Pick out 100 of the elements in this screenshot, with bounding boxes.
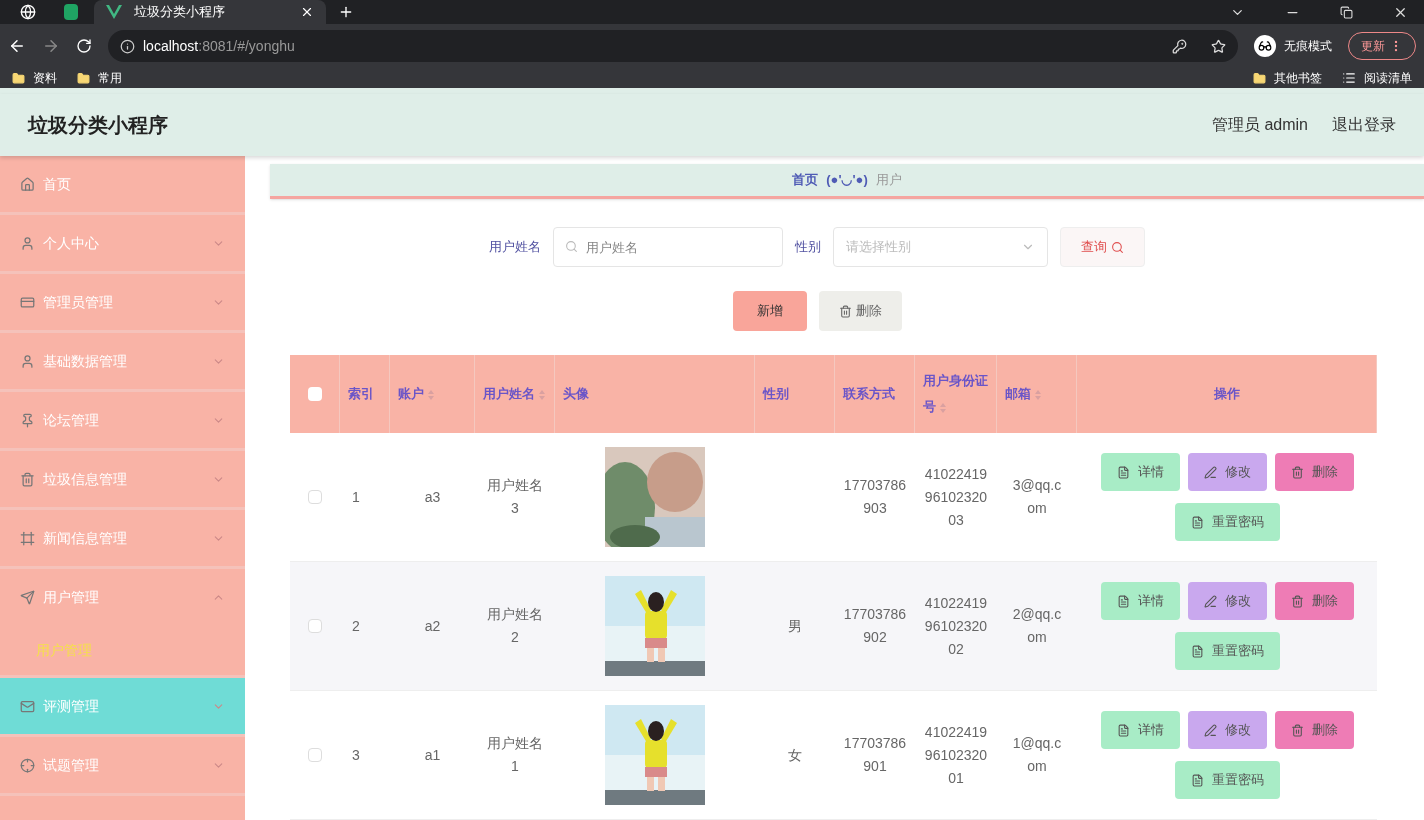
- sidebar-menu-item[interactable]: 基础数据管理: [0, 333, 245, 389]
- browser-tab[interactable]: 垃圾分类小程序: [94, 0, 326, 24]
- column-header[interactable]: 用户姓名: [483, 381, 545, 407]
- sidebar-menu-item[interactable]: 个人中心: [0, 215, 245, 271]
- trash-icon: [838, 304, 852, 318]
- bookmark-link[interactable]: 常用: [98, 69, 122, 87]
- person-icon: [20, 235, 35, 251]
- reset-password-button[interactable]: 重置密码: [1174, 503, 1280, 541]
- table-cell-text: a2: [424, 616, 441, 636]
- column-header[interactable]: 联系方式: [843, 381, 895, 407]
- table-cell-text: 女: [788, 745, 802, 765]
- query-button[interactable]: 查询: [1060, 227, 1145, 267]
- row-checkbox[interactable]: [308, 619, 322, 633]
- row-checkbox[interactable]: [308, 490, 322, 504]
- info-icon: [120, 38, 135, 54]
- send-icon: [20, 589, 35, 605]
- search-icon: [1111, 240, 1124, 254]
- table-cell-text: 410224199610232001: [924, 722, 988, 788]
- globe-icon: [20, 4, 36, 20]
- logout-link[interactable]: 退出登录: [1332, 113, 1396, 137]
- table-cell-text: 3@qq.com: [1011, 476, 1063, 518]
- name-search-field[interactable]: 用户姓名: [553, 227, 783, 267]
- edit-button[interactable]: 修改: [1187, 453, 1267, 491]
- sidebar-menu-item[interactable]: 新闻信息管理: [0, 510, 245, 566]
- bookmark-link[interactable]: 其他书签: [1274, 69, 1322, 87]
- column-header[interactable]: 用户身份证号: [923, 368, 988, 420]
- table-cell-text: 17703786903: [843, 476, 907, 518]
- breadcrumb-face: (●'◡'●): [826, 171, 868, 190]
- pen-icon: [1203, 465, 1217, 479]
- sort-icon: [1035, 389, 1041, 400]
- bin-icon: [20, 471, 35, 487]
- trash-icon: [1290, 594, 1304, 608]
- delete-button[interactable]: 删除: [1274, 453, 1354, 491]
- restore-icon[interactable]: [1340, 6, 1353, 19]
- table-cell-text: 用户姓名1: [486, 734, 544, 776]
- mail-icon: [20, 698, 35, 714]
- close-icon[interactable]: [300, 5, 314, 19]
- delete-button[interactable]: 删除: [1274, 711, 1354, 749]
- bookmark-link[interactable]: 阅读清单: [1364, 69, 1412, 87]
- table-cell-text: 17703786902: [843, 605, 907, 647]
- document-icon: [1116, 594, 1130, 608]
- back-icon[interactable]: [8, 37, 26, 55]
- details-button[interactable]: 详情: [1100, 711, 1180, 749]
- column-header[interactable]: 头像: [563, 381, 589, 407]
- sidebar-menu-item[interactable]: 垃圾信息管理: [0, 451, 245, 507]
- sidebar-menu-item[interactable]: 首页: [0, 156, 245, 212]
- new-tab-icon[interactable]: [338, 4, 354, 20]
- delete-button[interactable]: 删除: [1274, 582, 1354, 620]
- edit-button[interactable]: 修改: [1187, 711, 1267, 749]
- reset-password-button[interactable]: 重置密码: [1174, 761, 1280, 799]
- sidebar-menu-item[interactable]: 管理员管理: [0, 274, 245, 330]
- key-icon[interactable]: [1172, 38, 1187, 54]
- sort-icon: [428, 389, 434, 400]
- bookmark-link[interactable]: 资料: [33, 69, 57, 87]
- sidebar-menu-item[interactable]: 试题管理: [0, 737, 245, 793]
- edit-button[interactable]: 修改: [1187, 582, 1267, 620]
- table-cell-text: 3: [352, 745, 360, 765]
- home-icon: [20, 176, 35, 192]
- spreadsheet-icon: [64, 4, 78, 20]
- add-button[interactable]: 新增: [732, 291, 807, 331]
- reload-icon[interactable]: [76, 38, 92, 54]
- table-cell-text: 17703786901: [843, 734, 907, 776]
- pin-icon: [20, 412, 35, 428]
- sort-icon: [539, 389, 545, 400]
- forward-icon[interactable]: [42, 37, 60, 55]
- address-bar[interactable]: localhost:8081/#/yonghu: [108, 30, 1238, 62]
- crosshair-icon: [20, 757, 35, 773]
- column-header[interactable]: 邮箱: [1005, 381, 1041, 407]
- close-window-icon[interactable]: [1393, 5, 1408, 20]
- column-header[interactable]: 性别: [763, 381, 789, 407]
- breadcrumb-home-link[interactable]: 首页: [792, 170, 819, 190]
- sidebar-menu-item[interactable]: 论坛管理: [0, 392, 245, 448]
- document-icon: [1116, 723, 1130, 737]
- sex-select[interactable]: 请选择性别: [833, 227, 1048, 267]
- incognito-label: 无痕模式: [1284, 38, 1332, 55]
- v-logo-icon: [106, 5, 122, 19]
- table-cell-text: 410224199610232003: [924, 464, 988, 530]
- folder-icon: [1253, 71, 1266, 85]
- column-header[interactable]: 操作: [1213, 381, 1240, 407]
- document-icon: [1190, 644, 1204, 658]
- select-all-checkbox[interactable]: [307, 387, 322, 401]
- details-button[interactable]: 详情: [1100, 453, 1180, 491]
- folder-icon: [12, 71, 25, 85]
- breadcrumb-current: 用户: [875, 171, 902, 190]
- sort-icon: [940, 402, 946, 413]
- batch-delete-button[interactable]: 删除: [818, 291, 902, 331]
- frame-icon: [20, 530, 35, 546]
- reset-password-button[interactable]: 重置密码: [1174, 632, 1280, 670]
- table-cell-text: 用户姓名3: [486, 476, 544, 518]
- table-cell-text: 用户姓名2: [486, 605, 544, 647]
- row-checkbox[interactable]: [308, 748, 322, 762]
- search-icon: [565, 240, 578, 253]
- folder-icon: [77, 71, 90, 85]
- details-button[interactable]: 详情: [1100, 582, 1180, 620]
- table-cell-text: 2@qq.com: [1011, 605, 1063, 647]
- column-header[interactable]: 账户: [398, 381, 434, 407]
- trash-icon: [1290, 723, 1304, 737]
- column-header[interactable]: 索引: [348, 381, 374, 407]
- sidebar-menu-item[interactable]: 用户管理: [0, 569, 245, 625]
- bookmark-star-icon[interactable]: [1211, 38, 1226, 54]
